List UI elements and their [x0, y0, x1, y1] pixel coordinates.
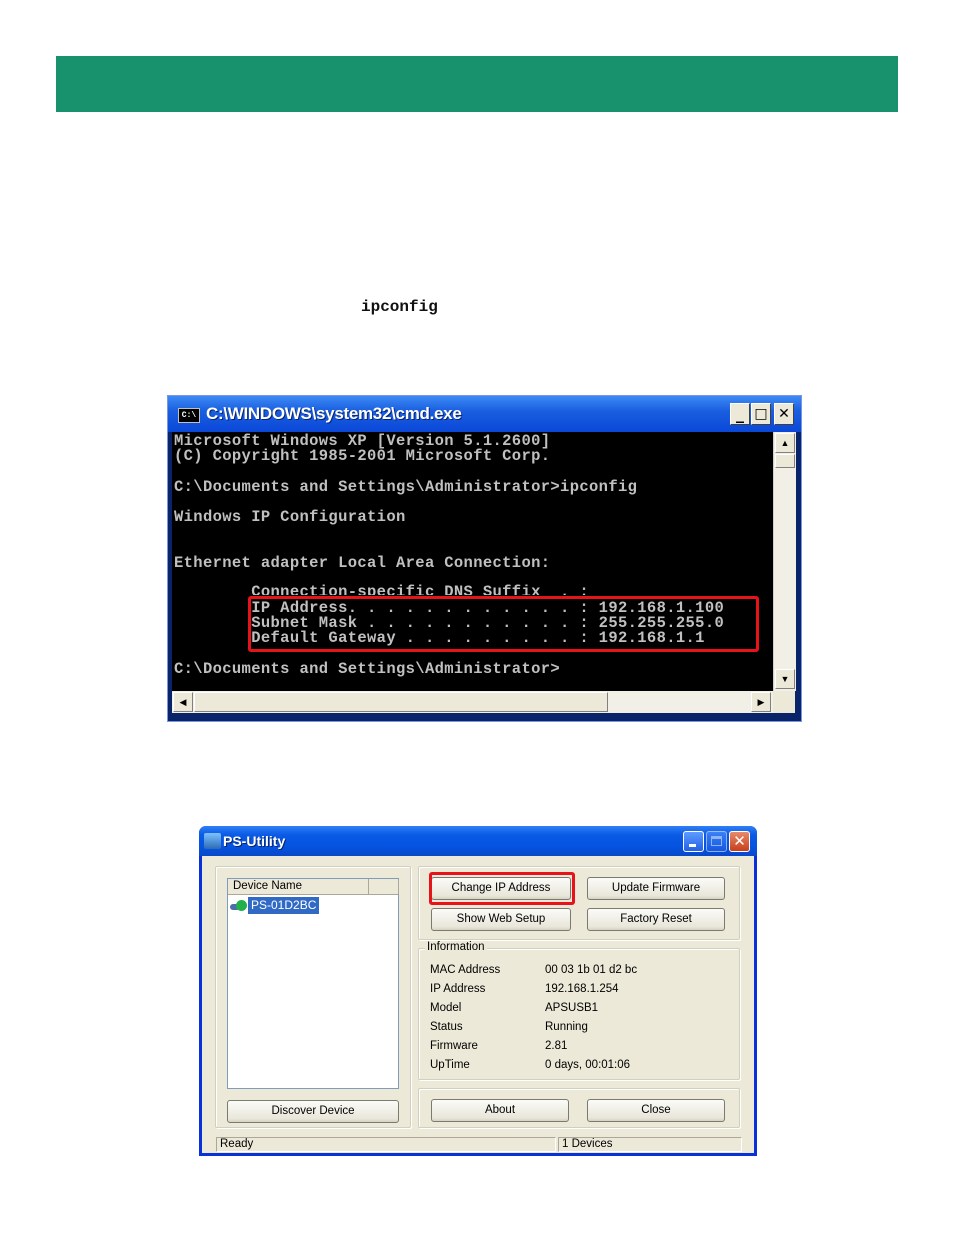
scroll-thumb[interactable]: [775, 454, 795, 468]
cmd-title-bar[interactable]: C:\ C:\WINDOWS\system32\cmd.exe _ □ ✕: [168, 396, 801, 432]
info-value: 00 03 1b 01 d2 bc: [545, 964, 638, 976]
ps-utility-app-icon: [204, 833, 221, 849]
update-firmware-button[interactable]: Update Firmware: [587, 877, 725, 900]
console-line: Windows IP Configuration: [174, 508, 406, 526]
info-value: 0 days, 00:01:06: [545, 1059, 631, 1071]
minimize-button[interactable]: _: [730, 403, 750, 425]
column-header-empty[interactable]: [369, 879, 399, 894]
arrow-up-icon: ▲: [780, 438, 790, 448]
device-count: 1 Devices: [558, 1137, 742, 1152]
console-line: C:\Documents and Settings\Administrator>…: [174, 478, 638, 496]
minimize-icon: _: [736, 404, 744, 423]
maximize-button[interactable]: □: [751, 403, 771, 425]
close-icon: ✕: [733, 832, 746, 850]
scroll-down-button[interactable]: ▼: [775, 669, 795, 689]
status-text: Ready: [216, 1137, 556, 1152]
info-key: UpTime: [430, 1059, 470, 1071]
section-header-bar: [56, 56, 898, 112]
vertical-scrollbar[interactable]: ▲ ▼: [773, 432, 796, 691]
arrow-left-icon: ◀: [179, 697, 187, 707]
horizontal-scrollbar[interactable]: ◀ ▶: [172, 691, 773, 713]
ps-utility-title-bar[interactable]: PS-Utility ✕: [199, 826, 757, 856]
minimize-icon: [689, 844, 696, 847]
arrow-down-icon: ▼: [780, 674, 790, 684]
cmd-window: C:\ C:\WINDOWS\system32\cmd.exe _ □ ✕ Mi…: [167, 395, 802, 722]
device-online-icon: [230, 899, 248, 913]
device-list[interactable]: Device Name PS-01D2BC: [227, 878, 399, 1089]
info-key: IP Address: [430, 983, 486, 995]
highlight-change-ip-button: [429, 872, 575, 905]
arrow-right-icon: ▶: [757, 697, 765, 707]
maximize-button: [706, 831, 727, 852]
info-value: Running: [545, 1021, 588, 1033]
horizontal-scroll-thumb[interactable]: [194, 692, 608, 712]
information-legend: Information: [425, 941, 487, 953]
info-value: APSUSB1: [545, 1002, 599, 1014]
device-list-group: Device Name PS-01D2BC Discover Device: [215, 866, 411, 1128]
factory-reset-button[interactable]: Factory Reset: [587, 908, 725, 931]
scroll-right-button[interactable]: ▶: [751, 692, 771, 712]
column-header-device-name[interactable]: Device Name: [228, 879, 369, 894]
status-bar: Ready 1 Devices: [216, 1137, 742, 1152]
console-line: Ethernet adapter Local Area Connection:: [174, 554, 551, 572]
highlight-ip-settings: [248, 596, 759, 652]
console-line: C:\Documents and Settings\Administrator>: [174, 660, 561, 678]
close-button[interactable]: ✕: [774, 403, 794, 425]
info-key: Firmware: [430, 1040, 478, 1052]
info-value: 192.168.1.254: [545, 983, 619, 995]
device-list-item[interactable]: PS-01D2BC: [230, 897, 320, 914]
info-key: MAC Address: [430, 964, 501, 976]
discover-device-button[interactable]: Discover Device: [227, 1100, 399, 1123]
resize-grip[interactable]: [773, 691, 795, 713]
minimize-button[interactable]: [683, 831, 704, 852]
show-web-setup-button[interactable]: Show Web Setup: [431, 908, 571, 931]
scroll-up-button[interactable]: ▲: [775, 433, 795, 453]
device-name: PS-01D2BC: [248, 897, 320, 914]
cmd-window-title: C:\WINDOWS\system32\cmd.exe: [206, 404, 462, 423]
close-icon: ✕: [778, 406, 790, 422]
console-line: (C) Copyright 1985-2001 Microsoft Corp.: [174, 447, 551, 465]
maximize-icon: □: [754, 406, 768, 422]
close-button[interactable]: ✕: [729, 831, 750, 852]
cmd-app-icon: C:\: [178, 408, 200, 423]
device-list-header: Device Name: [228, 879, 399, 895]
info-key: Model: [430, 1002, 462, 1014]
ps-utility-title: PS-Utility: [223, 833, 286, 849]
information-group: Information MAC Address 00 03 1b 01 d2 b…: [418, 941, 740, 1080]
inline-command-text: ipconfig: [361, 298, 438, 316]
info-value: 2.81: [545, 1040, 568, 1052]
scroll-left-button[interactable]: ◀: [173, 692, 193, 712]
console-output[interactable]: Microsoft Windows XP [Version 5.1.2600] …: [172, 432, 773, 691]
maximize-icon: [711, 836, 722, 846]
info-key: Status: [430, 1021, 463, 1033]
dialog-buttons-group: About Close: [418, 1088, 740, 1128]
about-button[interactable]: About: [431, 1099, 569, 1122]
close-dialog-button[interactable]: Close: [587, 1099, 725, 1122]
